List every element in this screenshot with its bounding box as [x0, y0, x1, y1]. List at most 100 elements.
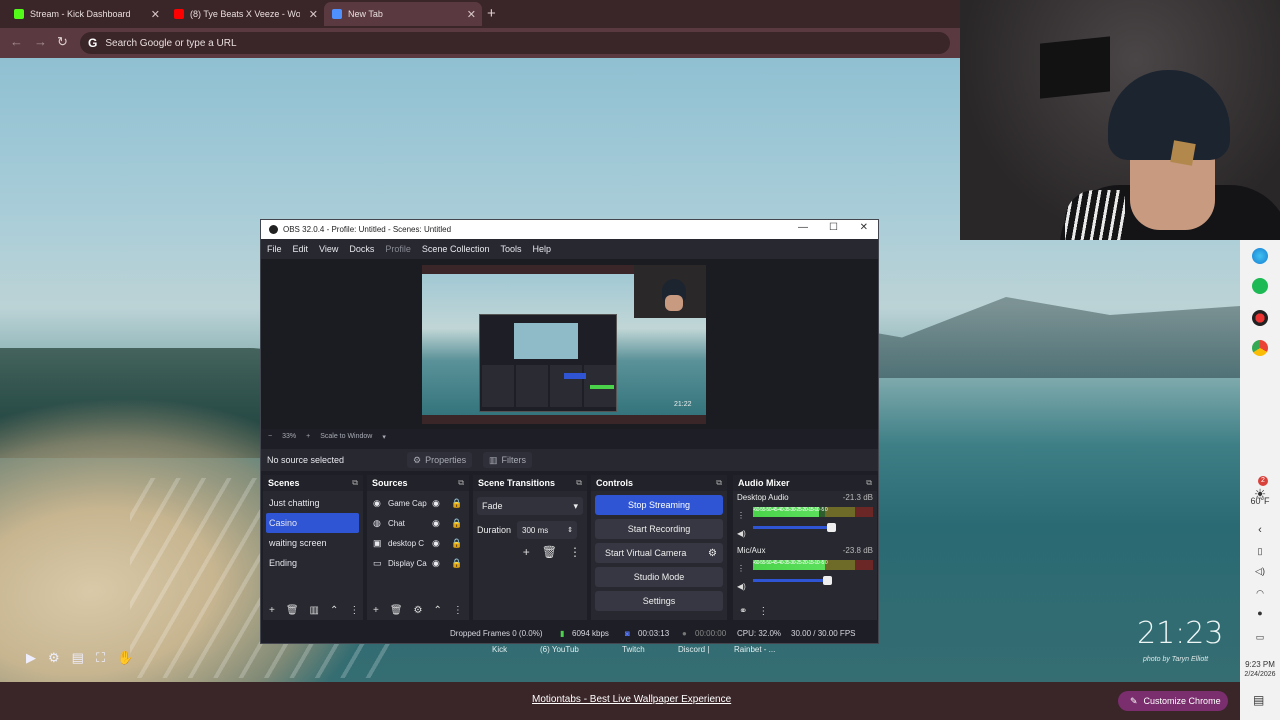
menu-edit[interactable]: Edit — [293, 244, 309, 254]
duration-spinbox[interactable]: 300 ms ⇕ — [517, 521, 578, 539]
menu-view[interactable]: View — [319, 244, 338, 254]
label-rainbet[interactable]: Rainbet - ... — [734, 645, 794, 654]
filters-button[interactable]: ▥ Filters — [483, 452, 533, 468]
more-icon[interactable]: ⋮ — [569, 545, 581, 559]
forward-icon[interactable]: → — [34, 34, 47, 49]
more-icon[interactable]: ⋮ — [737, 560, 746, 578]
more-icon[interactable]: ⋮ — [758, 606, 768, 617]
add-icon[interactable]: + — [373, 605, 379, 616]
menu-help[interactable]: Help — [532, 244, 551, 254]
taskbar-date[interactable]: 2/24/2026 — [1240, 671, 1280, 678]
scene-item[interactable]: waiting screen — [263, 533, 363, 553]
chevron-up-icon[interactable]: ⌃ — [330, 605, 338, 616]
customize-chrome-button[interactable]: ✎ Customize Chrome — [1118, 691, 1228, 711]
volume-slider[interactable] — [753, 523, 837, 532]
volume-slider[interactable] — [753, 576, 832, 585]
studio-mode-button[interactable]: Studio Mode — [595, 567, 723, 587]
reload-icon[interactable]: ↻ — [57, 34, 68, 50]
chrome-icon[interactable] — [1252, 340, 1268, 356]
spin-arrows-icon[interactable]: ⇕ — [567, 526, 573, 534]
layout-icon[interactable]: ▤ — [72, 650, 84, 666]
eye-icon[interactable]: ◉ — [432, 518, 440, 529]
more-icon[interactable]: ⋮ — [349, 605, 359, 616]
chevron-left-icon[interactable]: ‹ — [1240, 524, 1280, 536]
gear-icon[interactable]: ⚙ — [48, 650, 60, 666]
eye-icon[interactable]: ◉ — [432, 498, 440, 509]
zoom-in-button[interactable]: + — [306, 433, 310, 440]
notification-icon[interactable]: ▤ — [1253, 693, 1264, 707]
gear-icon[interactable]: ⚙ — [414, 605, 423, 616]
spotify-icon[interactable] — [1252, 278, 1268, 294]
fullscreen-icon[interactable]: ⛶ — [96, 650, 105, 666]
lock-icon[interactable]: 🔒 — [451, 518, 462, 529]
tab-youtube[interactable]: (8) Tye Beats X Veeze - Wocky S ✕ — [166, 2, 324, 26]
label-youtube[interactable]: (6) YouTub — [540, 645, 622, 654]
volume-knob[interactable] — [822, 576, 832, 585]
filter-icon[interactable]: ▥ — [310, 605, 319, 616]
obs-preview-area[interactable]: 21:22 — [261, 259, 878, 429]
source-item[interactable]: ▣ desktop C ◉ 🔒 — [367, 533, 469, 553]
close-icon[interactable]: ✕ — [860, 222, 868, 233]
label-twitch[interactable]: Twitch — [622, 645, 678, 654]
maximize-icon[interactable]: ☐ — [829, 222, 838, 233]
undock-icon[interactable]: ⧉ — [866, 478, 872, 488]
menu-tools[interactable]: Tools — [500, 244, 521, 254]
undock-icon[interactable]: ⧉ — [576, 478, 582, 488]
zoom-out-button[interactable]: − — [268, 433, 272, 440]
chevron-down-icon[interactable]: ▾ — [382, 433, 386, 441]
new-tab-button[interactable]: + — [487, 5, 496, 22]
eye-icon[interactable]: ◉ — [432, 558, 440, 569]
back-icon[interactable]: ← — [10, 34, 23, 49]
lock-icon[interactable]: 🔒 — [451, 498, 462, 509]
speaker-icon[interactable]: ◀) — [737, 525, 746, 543]
tab-kick-dashboard[interactable]: Stream - Kick Dashboard ✕ — [6, 2, 166, 26]
eye-icon[interactable]: ◉ — [432, 538, 440, 549]
properties-button[interactable]: ⚙ Properties — [407, 452, 473, 468]
add-icon[interactable]: + — [523, 545, 530, 559]
settings-button[interactable]: Settings — [595, 591, 723, 611]
scene-item[interactable]: Ending — [263, 553, 363, 573]
lock-icon[interactable]: 🔒 — [451, 558, 462, 569]
taskbar-time[interactable]: 9:23 PM — [1240, 660, 1280, 669]
menu-profile[interactable]: Profile — [385, 244, 411, 254]
speaker-icon[interactable]: ◀) — [737, 578, 746, 596]
motiontabs-link[interactable]: Motiontabs - Best Live Wallpaper Experie… — [532, 694, 731, 705]
chevron-up-icon[interactable]: ⌃ — [434, 605, 442, 616]
tab-new-tab[interactable]: New Tab ✕ — [324, 2, 482, 26]
undock-icon[interactable]: ⧉ — [458, 478, 464, 488]
trash-icon[interactable]: 🗑 — [286, 605, 299, 616]
volume-icon[interactable]: ◁) — [1240, 566, 1280, 577]
source-item[interactable]: ◉ Game Cap ◉ 🔒 — [367, 493, 469, 513]
scene-item[interactable]: Just chatting — [263, 493, 363, 513]
trash-icon[interactable]: 🗑 — [542, 545, 557, 559]
transition-select[interactable]: Fade ▾ — [477, 497, 583, 515]
link-icon[interactable]: ⚭ — [739, 606, 747, 617]
stop-streaming-button[interactable]: Stop Streaming — [595, 495, 723, 515]
keyboard-icon[interactable]: ▭ — [1240, 632, 1280, 643]
omnibox[interactable]: G Search Google or type a URL — [80, 32, 950, 54]
more-icon[interactable]: ⋮ — [737, 507, 746, 525]
close-icon[interactable]: ✕ — [151, 8, 160, 21]
start-recording-button[interactable]: Start Recording — [595, 519, 723, 539]
obs-icon[interactable] — [1252, 310, 1268, 326]
scale-mode[interactable]: Scale to Window — [320, 433, 372, 440]
close-icon[interactable]: ✕ — [309, 8, 318, 21]
close-icon[interactable]: ✕ — [467, 8, 476, 21]
label-discord[interactable]: Discord | — [678, 645, 734, 654]
volume-knob[interactable] — [827, 523, 837, 532]
menu-file[interactable]: File — [267, 244, 282, 254]
add-icon[interactable]: + — [269, 605, 275, 616]
source-item[interactable]: ◍ Chat ◉ 🔒 — [367, 513, 469, 533]
scene-item-selected[interactable]: Casino — [266, 513, 359, 533]
undock-icon[interactable]: ⧉ — [352, 478, 358, 488]
wifi-icon[interactable]: ◠ — [1240, 588, 1280, 599]
source-item[interactable]: ▭ Display Ca ◉ 🔒 — [367, 553, 469, 573]
minimize-icon[interactable]: — — [798, 222, 808, 233]
label-kick[interactable]: Kick — [492, 645, 540, 654]
menu-scene-collection[interactable]: Scene Collection — [422, 244, 490, 254]
hand-icon[interactable]: ✋ — [117, 650, 133, 666]
edge-icon[interactable] — [1252, 248, 1268, 264]
gear-icon[interactable]: ⚙ — [708, 548, 717, 559]
lock-icon[interactable]: 🔒 — [451, 538, 462, 549]
trash-icon[interactable]: 🗑 — [390, 605, 403, 616]
